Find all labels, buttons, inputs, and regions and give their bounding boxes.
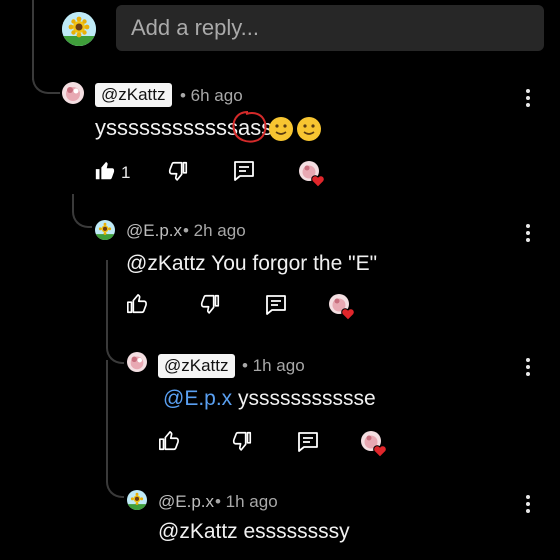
comment-author-handle[interactable]: @E.p.x: [126, 219, 182, 243]
more-vert-icon[interactable]: [525, 495, 531, 515]
more-vert-icon[interactable]: [525, 89, 531, 109]
like-count: 1: [121, 163, 131, 182]
thread-connector-4: [106, 440, 124, 498]
creator-heart-icon[interactable]: [298, 160, 328, 188]
comment-text: @E.p.x yssssssssssse: [163, 387, 376, 410]
slightly-smiling-face-emoji: [297, 117, 321, 141]
comment-author-handle[interactable]: @E.p.x: [158, 490, 214, 514]
reply-icon[interactable]: [296, 431, 320, 453]
thumbs-down-icon[interactable]: [167, 160, 189, 182]
thread-connector-1: [32, 60, 60, 94]
current-user-avatar: [62, 12, 96, 46]
thumbs-up-icon[interactable]: [158, 430, 180, 452]
comment-timestamp[interactable]: • 1h ago: [215, 490, 278, 514]
comment-timestamp[interactable]: • 1h ago: [242, 354, 305, 378]
thread-connector-2: [72, 194, 92, 228]
comment-author-handle[interactable]: @zKattz: [95, 83, 172, 107]
comment-text: @zKattz essssssssy: [158, 520, 350, 543]
reply-icon[interactable]: [232, 160, 256, 182]
thumbs-down-icon[interactable]: [199, 293, 221, 315]
more-vert-icon[interactable]: [525, 224, 531, 244]
mention-link[interactable]: @E.p.x: [163, 387, 232, 410]
reply-input[interactable]: Add a reply...: [116, 5, 544, 51]
reply-icon[interactable]: [264, 294, 288, 316]
comment-timestamp[interactable]: • 6h ago: [180, 84, 243, 108]
thumbs-down-icon[interactable]: [231, 430, 253, 452]
thumbs-up-icon[interactable]: [94, 160, 116, 182]
comment-timestamp[interactable]: • 2h ago: [183, 219, 246, 243]
avatar-zkattz[interactable]: [127, 352, 147, 372]
more-vert-icon[interactable]: [525, 358, 531, 378]
comment-author-handle[interactable]: @zKattz: [158, 354, 235, 378]
thumbs-up-icon[interactable]: [126, 293, 148, 315]
comment-text: @zKattz You forgor the "E": [126, 252, 378, 275]
red-circle-annotation: [232, 111, 267, 143]
avatar-epx[interactable]: [95, 220, 115, 240]
avatar-epx[interactable]: [127, 490, 147, 510]
creator-heart-icon[interactable]: [328, 293, 358, 321]
thread-connector-3: [106, 320, 124, 364]
creator-heart-icon[interactable]: [360, 430, 390, 458]
avatar-zkattz[interactable]: [62, 82, 84, 104]
